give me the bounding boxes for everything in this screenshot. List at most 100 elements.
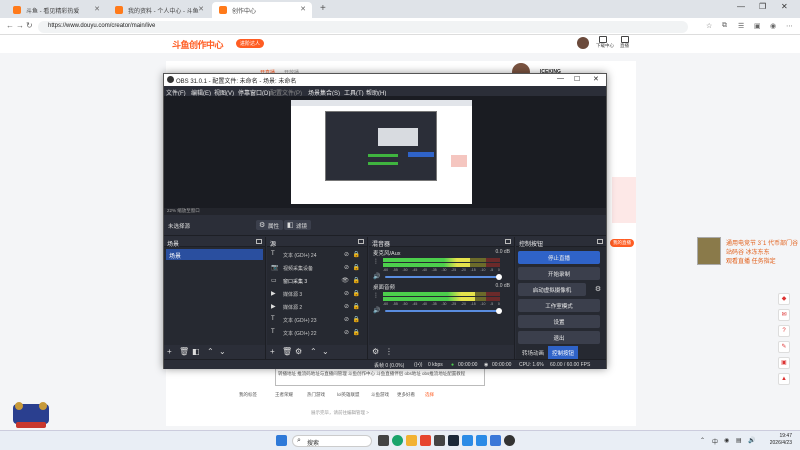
side-help-icon[interactable]: ? — [778, 325, 790, 337]
speaker-icon[interactable]: 🔊 — [373, 273, 380, 280]
volume-slider[interactable] — [385, 310, 498, 312]
download-link[interactable]: 下载中心 — [596, 43, 614, 49]
side-feedback-icon[interactable]: ✎ — [778, 341, 790, 353]
filter-icon[interactable]: ◧ — [192, 347, 200, 356]
scene-item[interactable]: 场景 — [166, 249, 263, 260]
minimize-icon[interactable]: — — [737, 2, 745, 11]
side-ad-icon[interactable]: ◆ — [778, 293, 790, 305]
properties-button[interactable]: ⚙ 属性 — [256, 220, 284, 230]
tab-transitions[interactable]: 转场动画 — [518, 346, 548, 359]
volume-slider-knob[interactable] — [496, 308, 502, 314]
hidden-eye-icon[interactable]: ⊘ — [344, 251, 349, 258]
taskbar-search[interactable]: ⌕ 搜索 — [292, 435, 372, 447]
gear-icon[interactable]: ⚙ — [295, 347, 302, 356]
hidden-eye-icon[interactable]: ⊘ — [344, 316, 349, 323]
site-logo[interactable]: 斗鱼创作中心 — [172, 38, 224, 51]
star-icon[interactable]: ☆ — [706, 22, 712, 30]
app-icon[interactable] — [476, 435, 487, 446]
tab-controls[interactable]: 控制按钮 — [548, 346, 579, 359]
close-icon[interactable]: ✕ — [198, 5, 204, 13]
exit-button[interactable]: 退出 — [518, 331, 600, 344]
select-link[interactable]: 选择 — [425, 392, 434, 398]
app-icon[interactable] — [462, 435, 473, 446]
up-arrow-icon[interactable]: ⌃ — [207, 347, 214, 356]
browser-tab[interactable]: 我的资料 - 个人中心 - 斗鱼 ✕ — [108, 2, 210, 18]
lock-icon[interactable]: 🔒 — [353, 303, 360, 310]
eye-icon[interactable]: 👁 — [341, 277, 349, 284]
close-icon[interactable]: ✕ — [781, 2, 788, 11]
lang-indicator[interactable]: 中 — [712, 437, 718, 446]
trash-icon[interactable]: 🗑 — [282, 347, 292, 356]
start-windows-icon[interactable] — [276, 435, 287, 446]
tag-link[interactable]: lol英雄联盟 — [337, 392, 360, 398]
down-arrow-icon[interactable]: ⌄ — [219, 347, 226, 356]
start-recording-button[interactable]: 开始录制 — [518, 267, 600, 280]
maximize-icon[interactable]: ❐ — [759, 2, 766, 11]
trash-icon[interactable]: 🗑 — [179, 347, 189, 356]
side-chat-icon[interactable]: ✉ — [778, 309, 790, 321]
add-icon[interactable]: + — [167, 347, 172, 356]
volume-slider-knob[interactable] — [496, 274, 502, 280]
source-item[interactable]: 📷 视频采集设备 ⊘ 🔒 — [271, 262, 363, 274]
more-vertical-icon[interactable]: ⋮ — [373, 258, 379, 265]
browser-tab[interactable]: 斗鱼 - 看见精彩热爱 ✕ — [6, 2, 106, 18]
my-live-tag[interactable]: 我的直播 — [610, 239, 634, 247]
steam-icon[interactable] — [448, 435, 459, 446]
clock[interactable]: 19:47 2026/4/23 — [770, 433, 792, 447]
browser-tab-active[interactable]: 创作中心 ✕ — [212, 2, 312, 18]
tag-link[interactable]: 热门游戏 — [307, 392, 325, 398]
bottom-note[interactable]: 展示完毕，请前往编辑管理 > — [311, 410, 369, 416]
app-icon[interactable] — [420, 435, 431, 446]
tray-up-arrow-icon[interactable]: ⌃ — [700, 437, 705, 444]
up-arrow-icon[interactable]: ⌃ — [310, 347, 317, 356]
maximize-icon[interactable]: ☐ — [574, 75, 580, 83]
stop-streaming-button[interactable]: 停止直播 — [518, 251, 600, 264]
lock-icon[interactable]: 🔒 — [353, 251, 360, 258]
minimize-icon[interactable]: — — [557, 75, 564, 82]
start-virtual-camera-button[interactable]: 启动虚拟摄像机 — [518, 283, 586, 296]
lock-icon[interactable]: 🔒 — [353, 316, 360, 323]
undock-icon[interactable] — [358, 239, 364, 244]
source-item[interactable]: ▶ 媒体源 3 ⊘ 🔒 — [271, 288, 363, 300]
more-icon[interactable]: ⋯ — [786, 22, 793, 30]
extensions-icon[interactable]: ⧉ — [722, 22, 727, 30]
task-view-icon[interactable] — [378, 435, 389, 446]
obs-preview[interactable] — [164, 96, 606, 208]
lock-icon[interactable]: 🔒 — [353, 329, 360, 336]
gear-icon[interactable]: ⚙ — [372, 347, 379, 356]
source-item[interactable]: ▭ 窗口采集 3 👁 🔒 — [271, 275, 363, 287]
back-icon[interactable]: ← — [6, 21, 14, 30]
hidden-eye-icon[interactable]: ⊘ — [344, 264, 349, 271]
hidden-eye-icon[interactable]: ⊘ — [344, 303, 349, 310]
filters-button[interactable]: ◧ 滤镜 — [284, 220, 312, 230]
source-item[interactable]: T 文本 (GDI+) 24 ⊘ 🔒 — [271, 249, 363, 261]
source-item[interactable]: ▶ 媒体源 2 ⊘ 🔒 — [271, 301, 363, 313]
zoom-level[interactable]: 22% 缩放至窗口 — [167, 208, 200, 214]
network-icon[interactable]: ▤ — [736, 437, 742, 444]
lock-icon[interactable]: 🔒 — [353, 277, 360, 284]
lock-icon[interactable]: 🔒 — [353, 290, 360, 297]
add-icon[interactable]: + — [270, 347, 275, 356]
promo-banner[interactable]: 通用电竞节 3`1 代币部门谷 站码谷 冰冻东东 观看直播 任务指定 — [697, 237, 800, 267]
store-icon[interactable] — [434, 435, 445, 446]
favorites-icon[interactable]: ☰ — [738, 22, 744, 30]
profile-icon[interactable]: ◉ — [770, 22, 776, 30]
volume-icon[interactable]: 🔊 — [748, 437, 755, 444]
close-icon[interactable]: ✕ — [593, 75, 599, 83]
more-vertical-icon[interactable]: ⋮ — [385, 347, 393, 356]
avatar[interactable] — [577, 37, 589, 49]
side-top-icon[interactable]: ▲ — [778, 373, 790, 385]
more-vertical-icon[interactable]: ⋮ — [373, 292, 379, 299]
app-tray-icon[interactable]: ◉ — [724, 437, 729, 444]
speaker-icon[interactable]: 🔊 — [373, 307, 380, 314]
lock-icon[interactable]: 🔒 — [353, 264, 360, 271]
down-arrow-icon[interactable]: ⌄ — [322, 347, 329, 356]
undock-icon[interactable] — [505, 239, 511, 244]
close-icon[interactable]: ✕ — [300, 5, 306, 13]
tag-link[interactable]: 更多好看 — [397, 392, 415, 398]
app-icon[interactable] — [490, 435, 501, 446]
obs-taskbar-icon[interactable] — [504, 435, 515, 446]
undock-icon[interactable] — [597, 239, 603, 244]
volume-slider[interactable] — [385, 276, 498, 278]
new-tab-button[interactable]: + — [320, 3, 326, 14]
